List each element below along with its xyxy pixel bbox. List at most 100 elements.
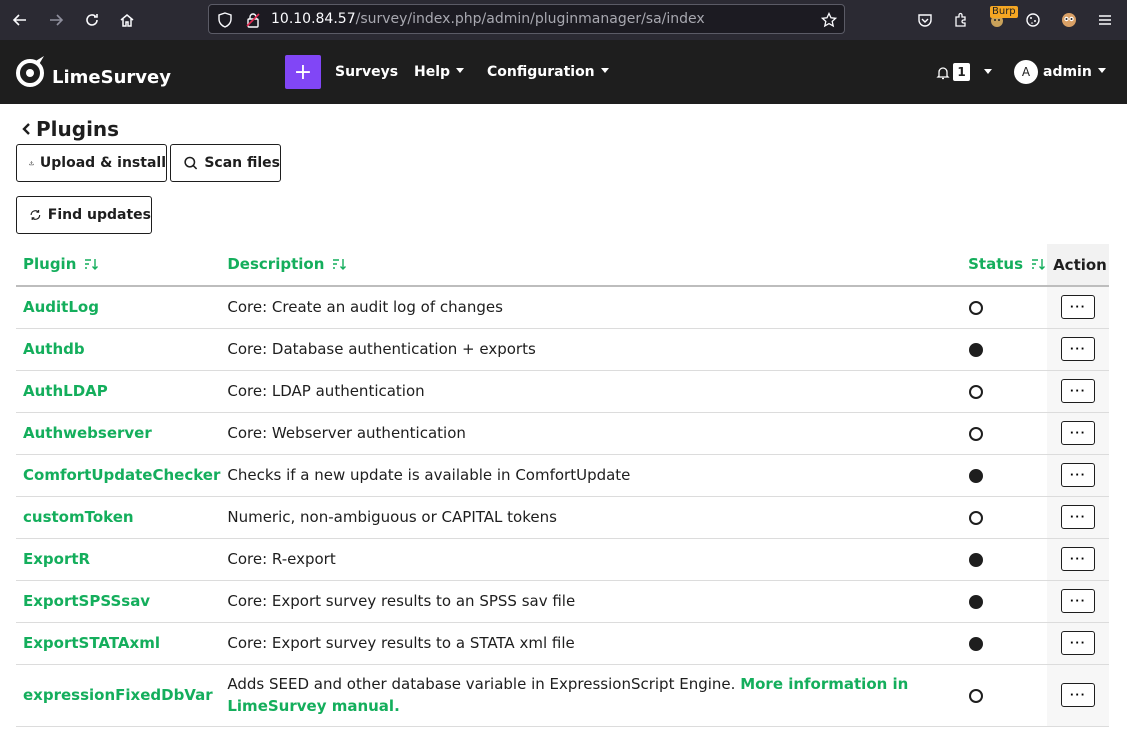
plugin-name[interactable]: ExportSTATAxml <box>16 622 221 665</box>
nav-help[interactable]: Help <box>414 64 465 80</box>
plugin-description: Core: Webserver authentication <box>220 412 962 455</box>
avatar[interactable]: A <box>1014 60 1038 84</box>
limesurvey-logo[interactable] <box>16 54 48 88</box>
plugin-name[interactable]: Authwebserver <box>16 412 221 455</box>
row-actions-button[interactable]: ··· <box>1061 631 1096 655</box>
shield-icon[interactable] <box>217 12 233 28</box>
status-active-icon[interactable] <box>969 342 984 357</box>
browser-toolbar: 10.10.84.57/survey/index.php/admin/plugi… <box>0 0 1127 40</box>
forward-icon[interactable] <box>42 6 70 34</box>
plugin-name[interactable]: ExportR <box>16 538 221 581</box>
search-icon <box>184 156 198 170</box>
nav-configuration[interactable]: Configuration <box>487 64 609 80</box>
plugin-name[interactable]: AuditLog <box>16 286 221 329</box>
table-row: ExportR Core: R-export ··· <box>16 538 1109 581</box>
table-row: ComfortUpdateChecker Checks if a new upd… <box>16 454 1109 497</box>
status-active-icon[interactable] <box>969 468 984 483</box>
nav-configuration-label: Configuration <box>487 64 595 80</box>
row-actions-button[interactable]: ··· <box>1061 463 1096 487</box>
back-chevron-icon[interactable] <box>20 119 32 139</box>
bell-icon[interactable] <box>936 66 950 80</box>
action-header-label: Action <box>1053 255 1107 274</box>
user-name: admin <box>1043 64 1092 80</box>
hamburger-menu-icon[interactable] <box>1093 8 1117 32</box>
plugin-description: Checks if a new update is available in C… <box>220 454 962 497</box>
back-icon[interactable] <box>6 6 34 34</box>
lime-logo-icon <box>16 56 44 87</box>
plugin-name[interactable]: ExportSPSSsav <box>16 580 221 623</box>
row-actions-button[interactable]: ··· <box>1061 421 1096 445</box>
scan-files-label: Scan files <box>204 155 280 171</box>
extensions-icon[interactable] <box>949 8 973 32</box>
table-row: ExportSTATAxml Core: Export survey resul… <box>16 622 1109 665</box>
upload-install-label: Upload & install <box>39 155 166 171</box>
plugin-name[interactable]: customToken <box>16 496 221 539</box>
url-text: 10.10.84.57/survey/index.php/admin/plugi… <box>271 11 705 27</box>
row-actions-button[interactable]: ··· <box>1061 589 1096 613</box>
scan-files-button[interactable]: Scan files <box>170 144 281 182</box>
plugin-description: Adds SEED and other database variable in… <box>220 664 962 727</box>
cookie-icon[interactable] <box>1021 8 1045 32</box>
status-inactive-icon[interactable] <box>969 510 984 525</box>
reload-icon[interactable] <box>78 6 106 34</box>
plugin-description: Core: Database authentication + exports <box>220 328 962 371</box>
plugin-description: Core: R-export <box>220 538 962 581</box>
notification-count[interactable]: 1 <box>953 63 970 81</box>
status-active-icon[interactable] <box>969 636 984 651</box>
user-menu[interactable]: admin <box>1043 64 1106 80</box>
home-icon[interactable] <box>113 6 141 34</box>
row-actions-button[interactable]: ··· <box>1061 505 1096 529</box>
plugin-description: Core: Create an audit log of changes <box>220 286 962 329</box>
plugin-name[interactable]: AuthLDAP <box>16 370 221 413</box>
status-inactive-icon[interactable] <box>969 426 984 441</box>
row-actions-button[interactable]: ··· <box>1061 379 1096 403</box>
plugin-name[interactable]: expressionFixedDbVar <box>16 664 221 727</box>
insecure-lock-icon[interactable] <box>245 12 261 28</box>
bookmark-star-icon[interactable] <box>821 12 837 28</box>
top-navbar: LimeSurvey + Surveys Help Configuration … <box>0 40 1127 104</box>
table-header-row: Plugin Description Status Action <box>16 244 1109 287</box>
row-actions-button[interactable]: ··· <box>1061 337 1096 361</box>
sort-icon <box>1031 256 1045 274</box>
page-title: Plugins <box>20 117 119 141</box>
table-row: customToken Numeric, non-ambiguous or CA… <box>16 496 1109 539</box>
plugin-description: Core: Export survey results to an SPSS s… <box>220 580 962 623</box>
status-active-icon[interactable] <box>969 594 984 609</box>
page-title-text: Plugins <box>36 117 120 141</box>
chevron-down-icon <box>1097 67 1106 73</box>
find-updates-button[interactable]: Find updates <box>16 196 152 234</box>
plugin-header-label: Plugin <box>23 255 77 274</box>
brand-name[interactable]: LimeSurvey <box>52 67 171 88</box>
plugins-table: Plugin Description Status Action AuditLo… <box>16 244 1109 727</box>
chevron-down-icon[interactable] <box>984 69 992 74</box>
status-inactive-icon[interactable] <box>969 300 984 315</box>
column-header-status[interactable]: Status <box>961 244 1048 287</box>
url-bar[interactable]: 10.10.84.57/survey/index.php/admin/plugi… <box>208 4 845 34</box>
owl-extension-icon[interactable] <box>1057 8 1081 32</box>
table-row: Authdb Core: Database authentication + e… <box>16 328 1109 371</box>
upload-install-button[interactable]: Upload & install <box>16 144 167 182</box>
plugin-name[interactable]: ComfortUpdateChecker <box>16 454 221 497</box>
status-inactive-icon[interactable] <box>969 688 984 703</box>
chevron-down-icon <box>456 67 465 73</box>
status-inactive-icon[interactable] <box>969 384 984 399</box>
refresh-icon <box>30 210 41 220</box>
create-button[interactable]: + <box>285 55 321 89</box>
nav-help-label: Help <box>414 64 451 80</box>
row-actions-button[interactable]: ··· <box>1061 683 1096 707</box>
column-header-description[interactable]: Description <box>220 244 962 287</box>
column-header-plugin[interactable]: Plugin <box>16 244 221 287</box>
table-row: AuditLog Core: Create an audit log of ch… <box>16 286 1109 329</box>
plugin-description-text: Adds SEED and other database variable in… <box>227 675 736 693</box>
nav-surveys[interactable]: Surveys <box>335 64 398 80</box>
column-header-action: Action <box>1047 244 1109 287</box>
row-actions-button[interactable]: ··· <box>1061 295 1096 320</box>
status-active-icon[interactable] <box>969 552 984 567</box>
plus-label: + <box>293 59 313 85</box>
plugin-name[interactable]: Authdb <box>16 328 221 371</box>
row-actions-button[interactable]: ··· <box>1061 547 1096 571</box>
table-row: AuthLDAP Core: LDAP authentication ··· <box>16 370 1109 413</box>
table-row: ExportSPSSsav Core: Export survey result… <box>16 580 1109 623</box>
sort-icon <box>84 256 99 274</box>
pocket-icon[interactable] <box>913 8 937 32</box>
